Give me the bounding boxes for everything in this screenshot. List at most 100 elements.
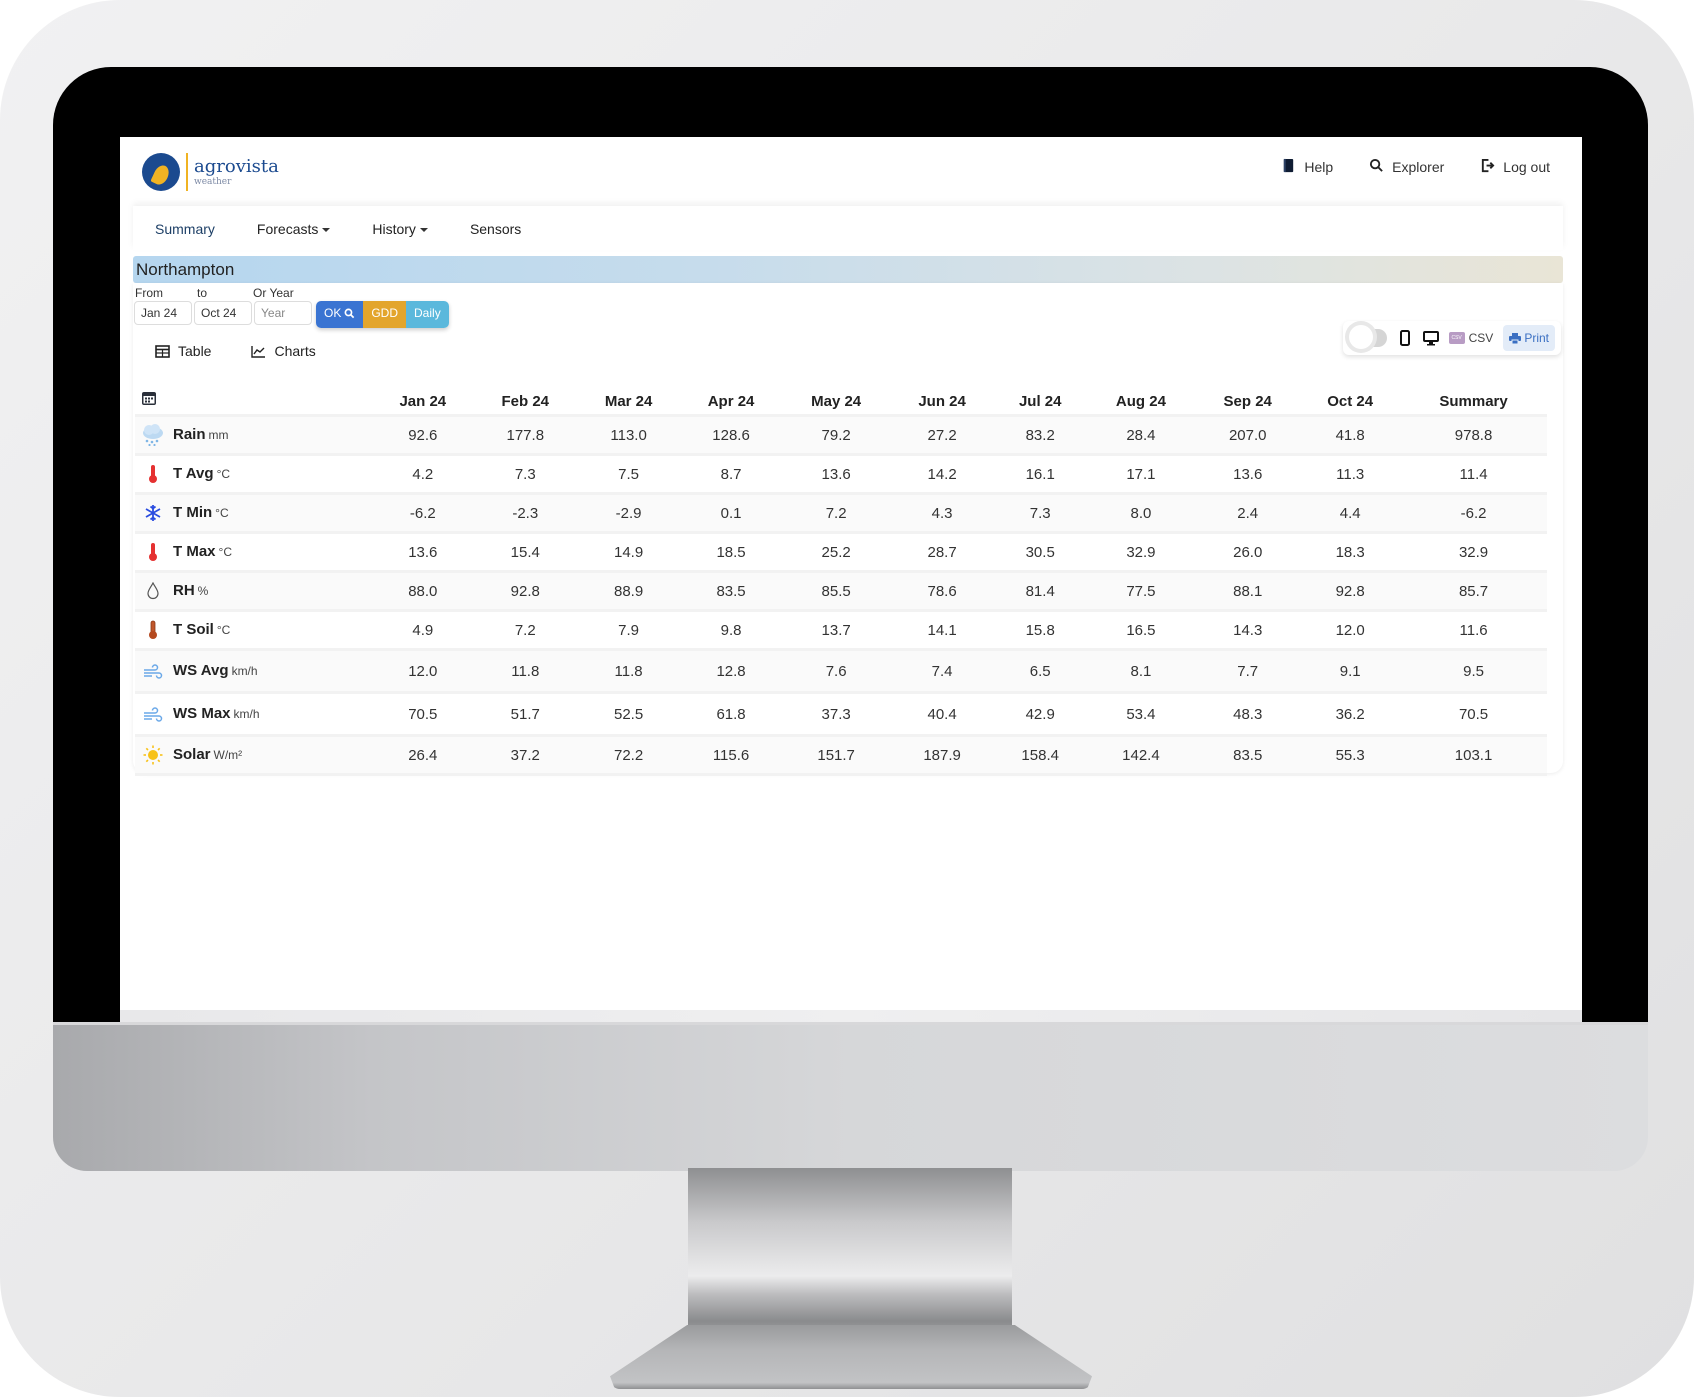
value-cell: 7.2 xyxy=(473,609,577,650)
brand-logo[interactable]: agrovista weather xyxy=(142,153,279,191)
year-input[interactable] xyxy=(254,301,312,325)
summary-card: From to Or Year OK GDD Daily Table xyxy=(133,283,1563,776)
row-unit: °C xyxy=(218,544,232,559)
location-title: Northampton xyxy=(133,256,1563,283)
value-cell: 83.2 xyxy=(993,414,1087,455)
value-cell: 15.4 xyxy=(473,531,577,572)
print-button[interactable]: Print xyxy=(1503,325,1555,351)
row-unit: km/h xyxy=(231,664,258,679)
csv-label: CSV xyxy=(1468,331,1494,345)
value-cell: 51.7 xyxy=(473,691,577,736)
value-cell: 14.1 xyxy=(890,609,994,650)
csv-export-button[interactable]: CSV CSV xyxy=(1448,331,1494,345)
value-cell: 187.9 xyxy=(890,734,994,776)
column-header: Apr 24 xyxy=(707,393,755,410)
table-row: T Min °C -6.2 -2.3 -2.9 0.1 7.2 4.3 7.3 8.0 2.4 4.4… xyxy=(135,492,1547,533)
monitor-stand-base xyxy=(610,1325,1092,1389)
monitor-stand-neck xyxy=(688,1168,1012,1348)
top-links: Help Explorer Log out xyxy=(1281,158,1550,176)
value-cell: 18.5 xyxy=(680,531,782,572)
value-cell: 11.6 xyxy=(1400,609,1547,650)
logout-link[interactable]: Log out xyxy=(1480,158,1550,176)
tab-charts[interactable]: Charts xyxy=(251,343,316,359)
value-cell: 55.3 xyxy=(1300,734,1401,776)
value-cell: 17.1 xyxy=(1086,453,1196,494)
to-date-input[interactable] xyxy=(194,301,252,325)
view-toggle-switch[interactable] xyxy=(1348,325,1387,349)
nav-forecasts[interactable]: Forecasts xyxy=(257,221,331,237)
value-cell: 0.1 xyxy=(680,492,782,533)
value-cell: 77.5 xyxy=(1086,570,1196,611)
value-cell: 72.2 xyxy=(576,734,681,776)
row-label-cell: WS Max km/h xyxy=(135,691,372,736)
value-cell: 4.3 xyxy=(890,492,994,533)
value-cell: 48.3 xyxy=(1195,691,1301,736)
row-unit: °C xyxy=(215,505,229,520)
value-cell: 7.7 xyxy=(1195,648,1301,693)
value-cell: 37.3 xyxy=(781,691,891,736)
table-row: T Avg °C 4.2 7.3 7.5 8.7 13.6 14.2 16.1 17.1 13.6 1… xyxy=(135,453,1547,494)
ok-button[interactable]: OK xyxy=(316,301,364,328)
value-cell: 207.0 xyxy=(1195,414,1301,455)
row-label: T Soil xyxy=(173,620,214,638)
value-cell: 4.4 xyxy=(1300,492,1401,533)
row-unit: % xyxy=(197,583,209,598)
column-header: Feb 24 xyxy=(501,393,550,410)
value-cell: 9.1 xyxy=(1300,648,1401,693)
main-nav: Summary Forecasts History Sensors xyxy=(133,206,1563,250)
help-link[interactable]: Help xyxy=(1281,158,1333,176)
ok-label: OK xyxy=(324,306,342,320)
value-cell: 103.1 xyxy=(1400,734,1547,776)
table-row: WS Max km/h 70.5 51.7 52.5 61.8 37.3 40.4 42.9 53… xyxy=(135,691,1547,736)
value-cell: 13.6 xyxy=(781,453,891,494)
view-tools: CSV CSV Print xyxy=(1342,321,1561,355)
gdd-button[interactable]: GDD xyxy=(363,301,407,328)
value-cell: 61.8 xyxy=(680,691,782,736)
thermometer-icon xyxy=(141,464,165,484)
value-cell: 92.8 xyxy=(1300,570,1401,611)
row-label: RH xyxy=(173,581,195,599)
explorer-link[interactable]: Explorer xyxy=(1369,158,1444,176)
value-cell: 37.2 xyxy=(473,734,577,776)
value-cell: 13.6 xyxy=(1195,453,1301,494)
value-cell: 70.5 xyxy=(1400,691,1547,736)
logo-mark-icon xyxy=(142,153,180,191)
from-date-input[interactable] xyxy=(134,301,192,325)
value-cell: 7.3 xyxy=(993,492,1087,533)
value-cell: 113.0 xyxy=(576,414,681,455)
brand-subtitle: weather xyxy=(194,176,232,187)
value-cell: 52.5 xyxy=(576,691,681,736)
value-cell: 32.9 xyxy=(1400,531,1547,572)
row-label: T Max xyxy=(173,542,216,560)
nav-history[interactable]: History xyxy=(372,221,428,237)
tablet-icon[interactable] xyxy=(1397,330,1413,346)
nav-sensors-label: Sensors xyxy=(469,221,522,237)
nav-summary[interactable]: Summary xyxy=(155,221,215,237)
table-row: RH% 88.0 92.8 88.9 83.5 85.5 78.6 81.4 77.5 88.1 9… xyxy=(135,570,1547,611)
table-row: Solar W/m² 26.4 37.2 72.2 115.6 151.7 187.9 158.… xyxy=(135,734,1547,776)
desktop-icon[interactable] xyxy=(1422,330,1439,346)
value-cell: 8.1 xyxy=(1086,648,1196,693)
print-label: Print xyxy=(1524,331,1549,345)
caret-down-icon xyxy=(322,228,331,233)
row-label-cell: Solar W/m² xyxy=(135,734,372,776)
year-label: Or Year xyxy=(253,286,294,300)
calendar-icon xyxy=(142,392,156,405)
value-cell: 88.9 xyxy=(576,570,681,611)
value-cell: 79.2 xyxy=(781,414,891,455)
row-label: Rain xyxy=(173,425,206,443)
daily-button[interactable]: Daily xyxy=(406,301,449,328)
line-chart-icon xyxy=(251,345,266,358)
brand-name: agrovista xyxy=(194,155,279,177)
tab-table[interactable]: Table xyxy=(155,343,211,359)
row-label-cell: T Avg °C xyxy=(135,453,372,494)
row-unit: °C xyxy=(216,466,231,481)
nav-sensors[interactable]: Sensors xyxy=(470,221,521,237)
value-cell: 978.8 xyxy=(1400,414,1547,455)
row-label-cell: RH% xyxy=(135,570,372,611)
thermometer-icon xyxy=(141,542,165,562)
value-cell: 18.3 xyxy=(1300,531,1401,572)
value-cell: 115.6 xyxy=(680,734,782,776)
csv-file-icon: CSV xyxy=(1448,332,1465,344)
snowflake-icon xyxy=(141,504,165,522)
